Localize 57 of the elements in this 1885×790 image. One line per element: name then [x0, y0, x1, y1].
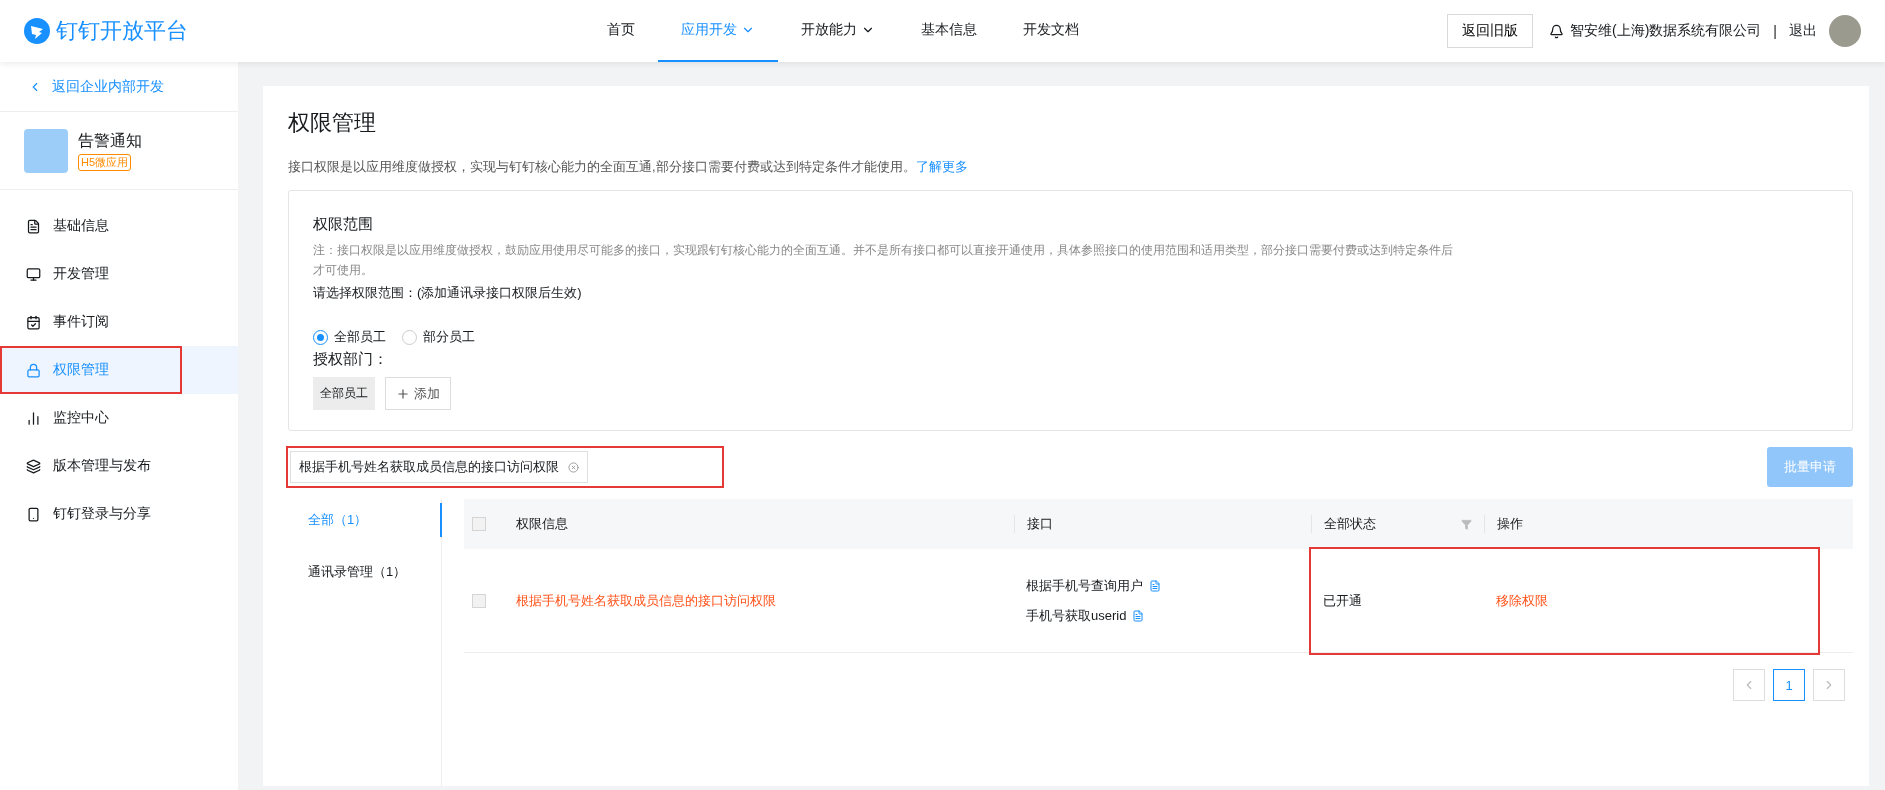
column-header: 操作 [1497, 515, 1523, 533]
status-cell-text: 已开通 [1322, 592, 1363, 610]
app-type-tag: H5微应用 [78, 153, 132, 171]
lock-icon [26, 362, 41, 378]
column-header: 权限信息 [516, 515, 568, 533]
scope-title: 权限范围 [313, 215, 374, 234]
nav-tab[interactable]: 开放能力 [778, 0, 898, 62]
add-button[interactable]: 添加 [385, 377, 451, 410]
sidebar-item[interactable]: 基础信息 [0, 202, 238, 250]
document-icon[interactable] [1132, 610, 1145, 622]
bell-icon[interactable] [1549, 23, 1565, 39]
previous-page-button[interactable] [1733, 669, 1765, 701]
next-page-button[interactable] [1813, 669, 1845, 701]
checkbox[interactable] [472, 594, 486, 608]
sidebar-item[interactable]: 监控中心 [0, 394, 238, 442]
permission-name: 根据手机号姓名获取成员信息的接口访问权限 [515, 592, 777, 610]
clear-icon[interactable] [568, 461, 579, 473]
column-header: 全部状态 [1324, 515, 1376, 533]
avatar[interactable] [1829, 15, 1861, 47]
separator: | [1773, 23, 1777, 39]
sidebar-item[interactable]: 版本管理与发布 [0, 442, 238, 490]
calendar-check-icon [26, 314, 41, 330]
logo-icon [24, 18, 50, 44]
app-icon [24, 128, 68, 173]
bar-chart-icon [26, 410, 41, 426]
sidebar-item[interactable]: 事件订阅 [0, 298, 238, 346]
nav-tab[interactable]: 基本信息 [898, 0, 1000, 62]
radio-option[interactable]: 部分员工 [402, 328, 475, 346]
api-name: 手机号获取userid [1026, 607, 1127, 625]
document-icon [26, 218, 41, 234]
scope-prompt: 请选择权限范围：(添加通讯录接口权限后生效) [313, 284, 583, 302]
dept-tag: 全部员工 [313, 377, 375, 410]
nav-tab[interactable]: 开发文档 [1000, 0, 1102, 62]
radio-option[interactable]: 全部员工 [313, 328, 386, 346]
dept-label: 授权部门： [313, 350, 389, 369]
logo-text: 钉钉开放平台 [56, 17, 188, 45]
sidebar-item[interactable]: 钉钉登录与分享 [0, 490, 238, 538]
layers-icon [26, 458, 41, 474]
phone-icon [26, 506, 41, 522]
checkbox[interactable] [472, 517, 486, 531]
category-tab[interactable]: 通讯录管理（1） [288, 555, 442, 589]
column-header: 接口 [1027, 515, 1053, 533]
page-description: 接口权限是以应用维度做授权，实现与钉钉核心能力的全面互通,部分接口需要付费或达到特定条件才能使用。了解更多 [288, 158, 969, 176]
company-name: 智安维(上海)数据系统有限公司 [1570, 22, 1762, 40]
monitor-icon [26, 266, 41, 282]
logout-link[interactable]: 退出 [1789, 22, 1817, 40]
page-title: 权限管理 [288, 109, 377, 137]
filter-icon[interactable] [1461, 518, 1472, 530]
search-field[interactable]: 根据手机号姓名获取成员信息的接口访问权限 [290, 451, 588, 483]
scope-note: 注：接口权限是以应用维度做授权，鼓励应用使用尽可能多的接口，实现跟钉钉核心能力的全面互通。并不是所有接口都可以直接开通使用，具体参照接口的使用范围和适用类型，部分接口需要付费或达到特定条件后才可使用。 [313, 242, 1453, 279]
sidebar-item[interactable]: 开发管理 [0, 250, 238, 298]
old-version-button[interactable]: 返回旧版 [1447, 14, 1534, 48]
app-name: 告警通知 [78, 130, 142, 151]
nav-tab[interactable]: 首页 [584, 0, 658, 62]
document-icon[interactable] [1149, 580, 1161, 592]
plus-icon [396, 386, 410, 401]
api-name: 根据手机号查询用户 [1026, 577, 1143, 595]
